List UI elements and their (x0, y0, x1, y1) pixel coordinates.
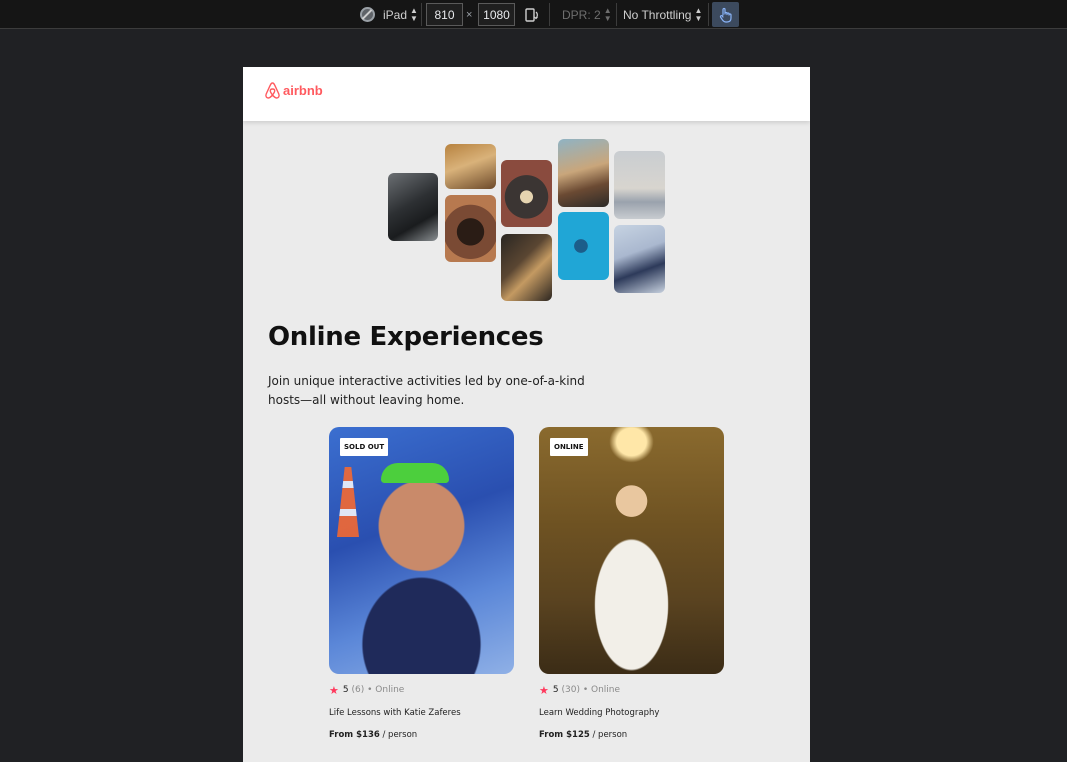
collage-photo-swimming (558, 212, 609, 280)
collage-photo-yoga (614, 151, 665, 219)
traffic-cone (337, 467, 359, 537)
experience-title[interactable]: Life Lessons with Katie Zaferes (329, 708, 461, 718)
swim-cap (381, 463, 449, 483)
price-row: From $136 / person (329, 730, 417, 740)
divider (421, 3, 422, 26)
throttling-select[interactable]: No Throttling ▲ ▼ (623, 0, 702, 29)
divider (708, 3, 709, 26)
page-title: Online Experiences (268, 322, 544, 352)
star-icon: ★ (329, 683, 339, 697)
price-amount: From $125 (539, 730, 590, 740)
collage-photo-guitar (501, 234, 552, 301)
collage-photo-dj (558, 139, 609, 207)
status-badge: ONLINE (550, 438, 588, 456)
select-arrows-icon: ▲ ▼ (694, 5, 703, 23)
price-unit: / person (589, 730, 628, 740)
rotate-icon[interactable] (524, 7, 540, 23)
airbnb-logo[interactable]: airbnb (264, 81, 323, 100)
experience-title[interactable]: Learn Wedding Photography (539, 708, 659, 718)
divider (616, 3, 617, 26)
rating-value: 5 (342, 685, 349, 695)
height-input[interactable]: 1080 (478, 3, 515, 26)
review-count: (6) (351, 685, 365, 695)
device-label: iPad (383, 7, 408, 22)
location-label: • Online (367, 685, 405, 695)
page-viewport: airbnb Online Experiences Join unique in… (243, 67, 810, 762)
dpr-label: DPR: 2 (562, 7, 601, 22)
price-row: From $125 / person (539, 730, 627, 740)
device-toolbar: iPad ▲ ▼ 810 × 1080 DPR: 2 ▲ ▼ No Throttling… (0, 0, 1067, 29)
experience-photo-athlete[interactable]: SOLD OUT (329, 427, 514, 674)
throttling-label: No Throttling (623, 7, 692, 22)
width-input[interactable]: 810 (426, 3, 463, 26)
select-arrows-icon: ▲ ▼ (603, 5, 612, 23)
experience-card[interactable]: SOLD OUT ★ 5 (6) • Online Life Lessons w… (329, 427, 514, 740)
hand-pointer-icon (719, 7, 732, 23)
price-unit: / person (379, 730, 418, 740)
collage-photo-singer (614, 225, 665, 293)
experience-card[interactable]: ONLINE ★ 5 (30) • Online Learn Wedding P… (539, 427, 724, 740)
touch-toggle-button[interactable] (712, 2, 739, 27)
star-icon: ★ (539, 683, 549, 697)
collage-photo-cabinet (445, 195, 496, 262)
rating-row: ★ 5 (6) • Online (329, 683, 405, 697)
dimension-separator: × (466, 8, 473, 21)
collage-photo-bowl (501, 160, 552, 227)
device-select[interactable]: iPad ▲ ▼ (383, 0, 418, 29)
status-badge: SOLD OUT (340, 438, 389, 456)
device-type-icon[interactable] (360, 7, 375, 22)
experience-photo-bride[interactable]: ONLINE (539, 427, 724, 674)
rating-value: 5 (552, 685, 559, 695)
rating-row: ★ 5 (30) • Online (539, 683, 621, 697)
page-subtitle: Join unique interactive activities led b… (268, 374, 585, 407)
price-amount: From $136 (329, 730, 380, 740)
collage-photo-chef (445, 144, 496, 189)
review-count: (30) (561, 685, 580, 695)
site-header: airbnb (243, 67, 810, 121)
select-arrows-icon: ▲ ▼ (410, 5, 418, 23)
divider (549, 3, 550, 26)
location-label: • Online (582, 685, 621, 695)
collage-photo-cooking (388, 173, 438, 241)
brand-name: airbnb (283, 83, 323, 98)
airbnb-belo-icon (265, 82, 280, 99)
dpr-select[interactable]: DPR: 2 ▲ ▼ (562, 0, 612, 29)
